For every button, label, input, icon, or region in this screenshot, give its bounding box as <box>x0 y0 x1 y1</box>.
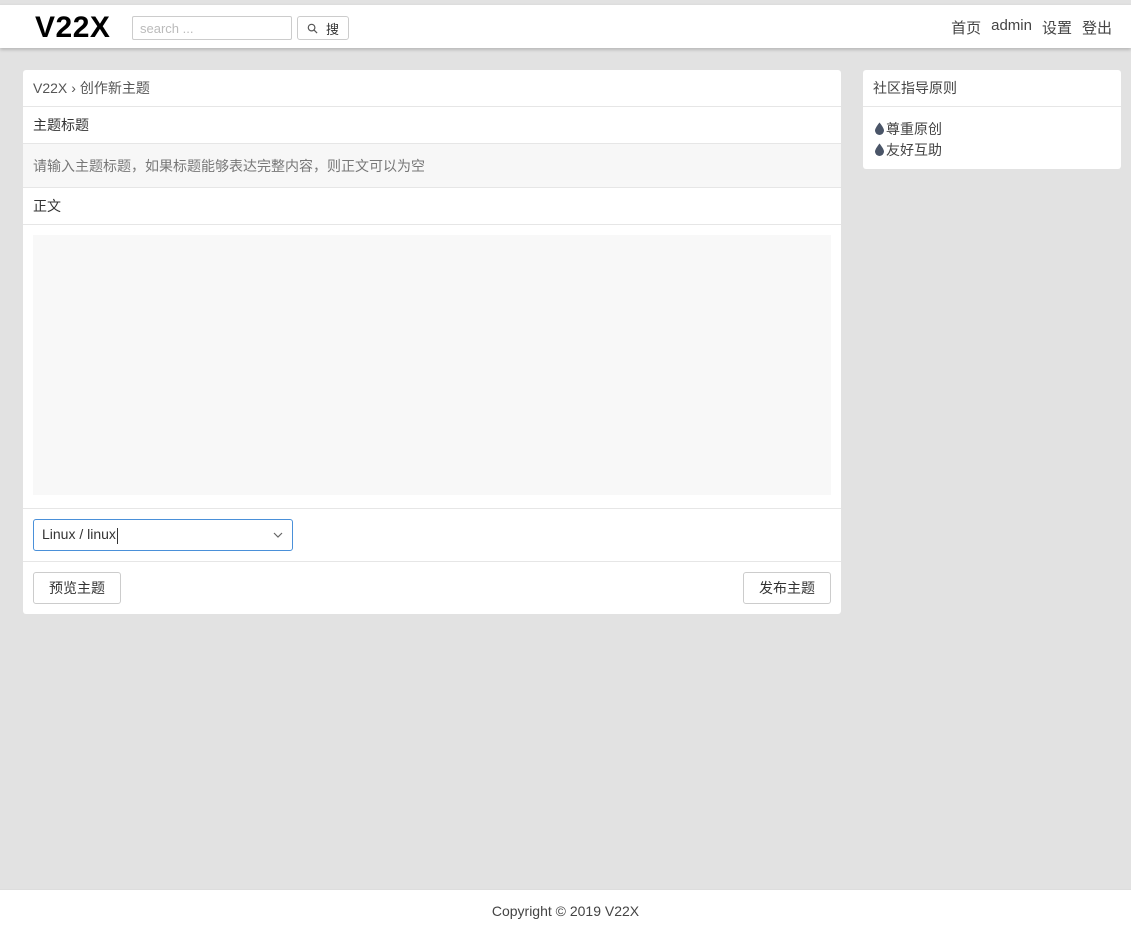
breadcrumb-separator: › <box>71 80 76 96</box>
node-select-row: Linux / linux <box>23 509 841 562</box>
text-cursor <box>116 527 118 544</box>
title-input[interactable] <box>23 144 841 187</box>
node-select-value: Linux / linux <box>42 526 116 543</box>
publish-button[interactable]: 发布主题 <box>743 572 831 604</box>
guidelines-list: 尊重原创 友好互助 <box>863 107 1121 171</box>
list-item: 友好互助 <box>874 139 1110 160</box>
top-header: V22X 搜 首页 admin 设置 登出 <box>0 4 1131 48</box>
chevron-down-icon <box>273 532 283 538</box>
node-select-value-wrap: Linux / linux <box>42 526 118 544</box>
title-label: 主题标题 <box>23 107 841 144</box>
guidelines-panel: 社区指导原则 尊重原创 友好互助 <box>863 70 1121 169</box>
guidelines-title: 社区指导原则 <box>863 70 1121 107</box>
top-nav: 首页 admin 设置 登出 <box>951 17 1112 38</box>
search-input[interactable] <box>132 16 292 40</box>
breadcrumb: V22X › 创作新主题 <box>23 70 841 107</box>
site-logo[interactable]: V22X <box>35 11 110 45</box>
node-select[interactable]: Linux / linux <box>33 519 293 551</box>
new-topic-panel: V22X › 创作新主题 主题标题 正文 Linux / linux 预览主题 … <box>23 70 841 614</box>
nav-logout[interactable]: 登出 <box>1082 17 1112 38</box>
search-button-label: 搜 <box>325 21 339 37</box>
search-icon <box>307 23 318 34</box>
footer: Copyright © 2019 V22X <box>0 889 1131 940</box>
action-row: 预览主题 发布主题 <box>23 562 841 614</box>
drop-icon <box>875 122 884 135</box>
breadcrumb-current: 创作新主题 <box>79 80 150 96</box>
body-label: 正文 <box>23 188 841 225</box>
guideline-text: 友好互助 <box>886 141 942 158</box>
preview-button[interactable]: 预览主题 <box>33 572 121 604</box>
title-input-row <box>23 144 841 188</box>
breadcrumb-home[interactable]: V22X <box>33 80 67 96</box>
drop-icon <box>875 143 884 156</box>
search-button[interactable]: 搜 <box>297 16 349 40</box>
nav-settings[interactable]: 设置 <box>1042 17 1072 38</box>
list-item: 尊重原创 <box>874 118 1110 139</box>
body-editor[interactable] <box>33 235 831 495</box>
editor-row <box>23 225 841 509</box>
copyright-text: Copyright © 2019 V22X <box>491 903 640 919</box>
guideline-text: 尊重原创 <box>886 120 942 137</box>
nav-user[interactable]: admin <box>991 17 1032 38</box>
nav-home[interactable]: 首页 <box>951 17 981 38</box>
